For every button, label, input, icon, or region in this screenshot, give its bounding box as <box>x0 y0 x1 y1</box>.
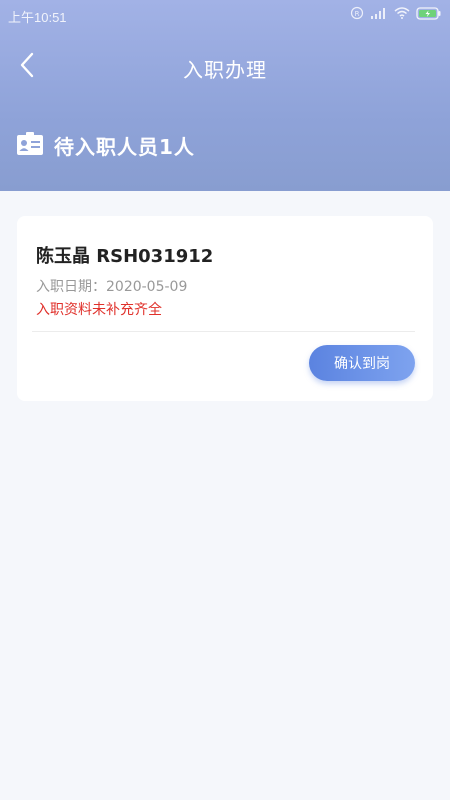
incomplete-info-warning: 入职资料未补充齐全 <box>36 302 162 318</box>
divider <box>32 331 415 332</box>
status-icons: R <box>350 6 442 20</box>
page-title: 入职办理 <box>183 58 267 82</box>
signal-icon <box>370 7 388 19</box>
svg-text:R: R <box>355 10 360 18</box>
id-card-icon <box>16 131 44 160</box>
candidate-name: 陈玉晶 RSH031912 <box>36 246 214 267</box>
confirm-arrival-button[interactable]: 确认到岗 <box>309 345 415 381</box>
onboarding-page: 上午10:51 R 入职办理 待入职人员1人 陈玉晶 RSH031912 入职日… <box>0 0 450 800</box>
status-time: 上午10:51 <box>8 10 67 25</box>
pending-count-text: 待入职人员1人 <box>54 135 195 159</box>
alarm-icon: R <box>350 6 364 20</box>
wifi-icon <box>394 7 410 19</box>
onboarding-date: 入职日期：2020-05-09 <box>36 279 188 295</box>
candidate-card[interactable]: 陈玉晶 RSH031912 入职日期：2020-05-09 入职资料未补充齐全 … <box>17 216 433 401</box>
status-bar: 上午10:51 R <box>0 0 450 30</box>
header: 上午10:51 R 入职办理 待入职人员1人 <box>0 0 450 191</box>
battery-charging-icon <box>416 6 442 20</box>
pending-summary: 待入职人员1人 <box>16 131 195 160</box>
